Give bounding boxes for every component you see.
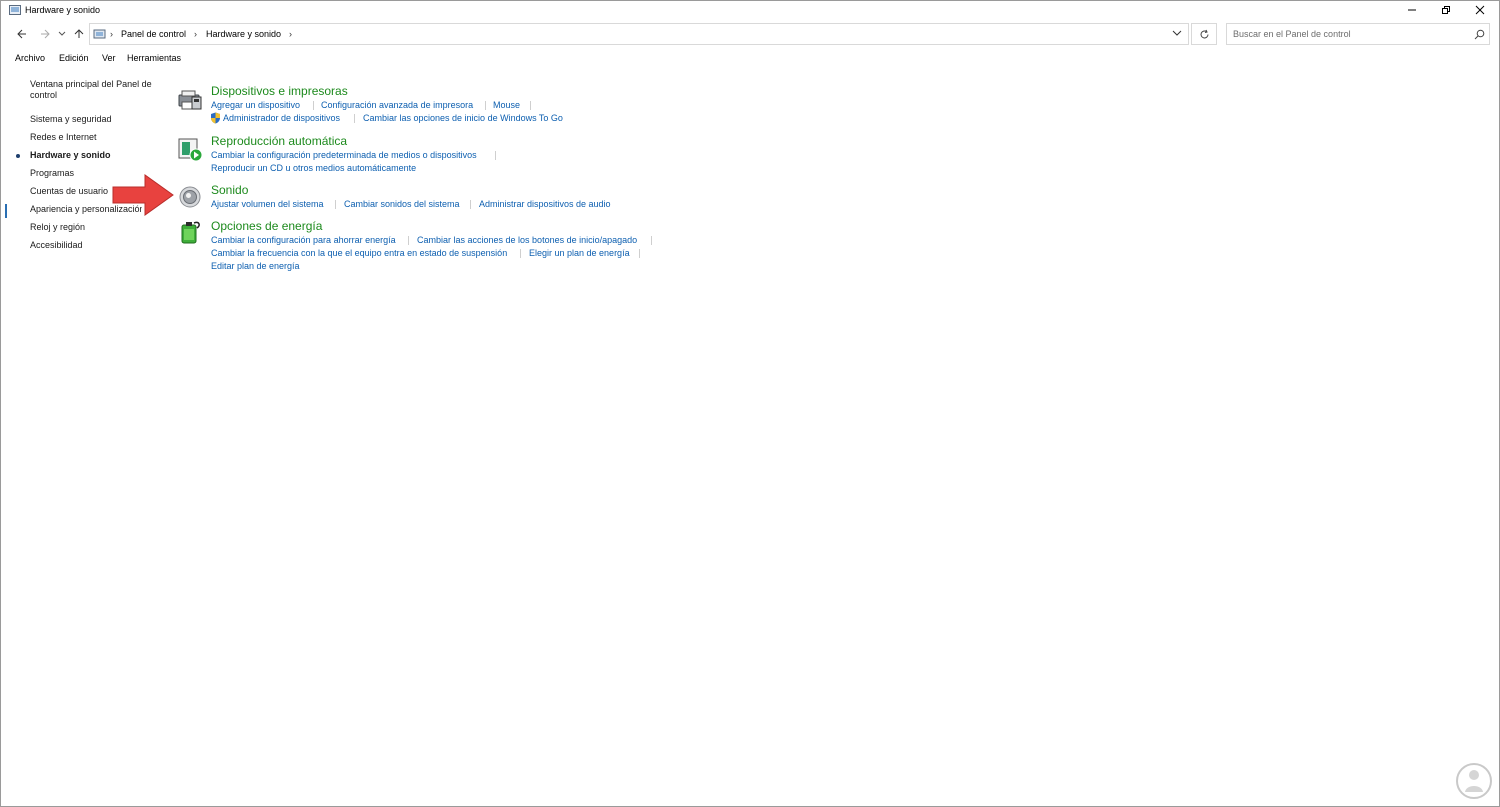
address-bar[interactable]: › Panel de control › Hardware y sonido › bbox=[89, 23, 1189, 45]
search-icon[interactable] bbox=[1474, 29, 1485, 42]
title-bar: Hardware y sonido bbox=[1, 1, 1499, 19]
link-divider bbox=[313, 101, 314, 110]
breadcrumb-hardware-sound[interactable]: Hardware y sonido bbox=[206, 29, 281, 39]
refresh-icon bbox=[1200, 29, 1208, 38]
sidebar-item-accessibility[interactable]: Accesibilidad bbox=[30, 240, 160, 251]
chevron-down-icon[interactable] bbox=[1172, 28, 1182, 40]
link-windows-to-go[interactable]: Cambiar las opciones de inicio de Window… bbox=[363, 113, 563, 123]
sidebar-item-system-security[interactable]: Sistema y seguridad bbox=[30, 114, 160, 125]
link-power-button-actions[interactable]: Cambiar las acciones de los botones de i… bbox=[417, 235, 637, 245]
link-add-device[interactable]: Agregar un dispositivo bbox=[211, 100, 300, 110]
link-change-media-defaults[interactable]: Cambiar la configuración predeterminada … bbox=[211, 150, 477, 160]
link-divider bbox=[530, 101, 531, 110]
link-mouse[interactable]: Mouse bbox=[493, 100, 520, 110]
link-manage-audio-devices[interactable]: Administrar dispositivos de audio bbox=[479, 199, 611, 209]
breadcrumb-separator: › bbox=[194, 29, 197, 39]
recent-locations-button[interactable] bbox=[56, 26, 68, 42]
sidebar-item-hardware-sound[interactable]: Hardware y sonido bbox=[30, 150, 160, 161]
link-divider bbox=[520, 249, 521, 258]
section-title-autoplay[interactable]: Reproducción automática bbox=[211, 134, 347, 148]
close-button[interactable] bbox=[1463, 1, 1497, 19]
search-input[interactable] bbox=[1233, 27, 1463, 41]
shield-icon bbox=[210, 112, 221, 126]
sidebar-item-clock-region[interactable]: Reloj y región bbox=[30, 222, 160, 233]
breadcrumb-control-panel[interactable]: Panel de control bbox=[121, 29, 186, 39]
active-bullet bbox=[16, 154, 20, 158]
breadcrumb-separator: › bbox=[110, 29, 113, 39]
up-arrow-icon bbox=[74, 29, 84, 38]
link-sleep-frequency[interactable]: Cambiar la frecuencia con la que el equi… bbox=[211, 248, 507, 258]
link-adjust-volume[interactable]: Ajustar volumen del sistema bbox=[211, 199, 324, 209]
search-box[interactable] bbox=[1226, 23, 1490, 45]
sidebar-home-link[interactable]: Ventana principal del Panel de control bbox=[30, 79, 158, 101]
link-advanced-printer[interactable]: Configuración avanzada de impresora bbox=[321, 100, 473, 110]
menu-archivo[interactable]: Archivo bbox=[15, 53, 45, 63]
forward-arrow-icon bbox=[41, 29, 50, 39]
restore-button[interactable] bbox=[1429, 1, 1463, 19]
minimize-button[interactable] bbox=[1395, 1, 1429, 19]
link-edit-power-plan[interactable]: Editar plan de energía bbox=[211, 261, 300, 271]
forward-button[interactable] bbox=[37, 26, 53, 42]
menu-herramientas[interactable]: Herramientas bbox=[127, 53, 181, 63]
sidebar-item-network[interactable]: Redes e Internet bbox=[30, 132, 160, 143]
window-title: Hardware y sonido bbox=[25, 5, 101, 15]
section-title-sound[interactable]: Sonido bbox=[211, 183, 248, 197]
link-divider bbox=[495, 151, 496, 160]
refresh-button[interactable] bbox=[1191, 23, 1217, 45]
link-divider bbox=[651, 236, 652, 245]
link-divider bbox=[354, 114, 355, 123]
link-divider bbox=[485, 101, 486, 110]
up-button[interactable] bbox=[71, 26, 87, 42]
red-arrow-annotation bbox=[111, 173, 177, 219]
section-title-power[interactable]: Opciones de energía bbox=[211, 219, 322, 233]
menu-edicion[interactable]: Edición bbox=[59, 53, 89, 63]
link-change-system-sounds[interactable]: Cambiar sonidos del sistema bbox=[344, 199, 460, 209]
autoplay-icon[interactable] bbox=[177, 136, 203, 162]
link-power-saving-settings[interactable]: Cambiar la configuración para ahorrar en… bbox=[211, 235, 396, 245]
link-divider bbox=[335, 200, 336, 209]
back-button[interactable] bbox=[14, 26, 30, 42]
watermark-logo bbox=[1454, 761, 1494, 801]
back-arrow-icon bbox=[17, 29, 26, 39]
section-title-devices[interactable]: Dispositivos e impresoras bbox=[211, 84, 348, 98]
navigation-bar: › Panel de control › Hardware y sonido › bbox=[1, 23, 1499, 45]
breadcrumb-separator: › bbox=[289, 29, 292, 39]
devices-printers-icon[interactable] bbox=[177, 87, 203, 113]
chevron-down-icon bbox=[58, 31, 66, 36]
control-panel-window: Hardware y sonido › Panel de control › H… bbox=[0, 0, 1500, 807]
sidebar-edge-marker bbox=[5, 204, 7, 218]
link-divider bbox=[639, 249, 640, 258]
link-choose-power-plan[interactable]: Elegir un plan de energía bbox=[529, 248, 630, 258]
menu-ver[interactable]: Ver bbox=[102, 53, 116, 63]
power-options-icon[interactable] bbox=[177, 219, 203, 245]
control-panel-icon bbox=[93, 28, 107, 42]
link-autoplay-cd[interactable]: Reproducir un CD u otros medios automáti… bbox=[211, 163, 416, 173]
link-divider bbox=[470, 200, 471, 209]
control-panel-icon bbox=[9, 5, 21, 15]
link-divider bbox=[408, 236, 409, 245]
link-device-manager[interactable]: Administrador de dispositivos bbox=[223, 113, 340, 123]
speaker-icon[interactable] bbox=[177, 184, 203, 210]
